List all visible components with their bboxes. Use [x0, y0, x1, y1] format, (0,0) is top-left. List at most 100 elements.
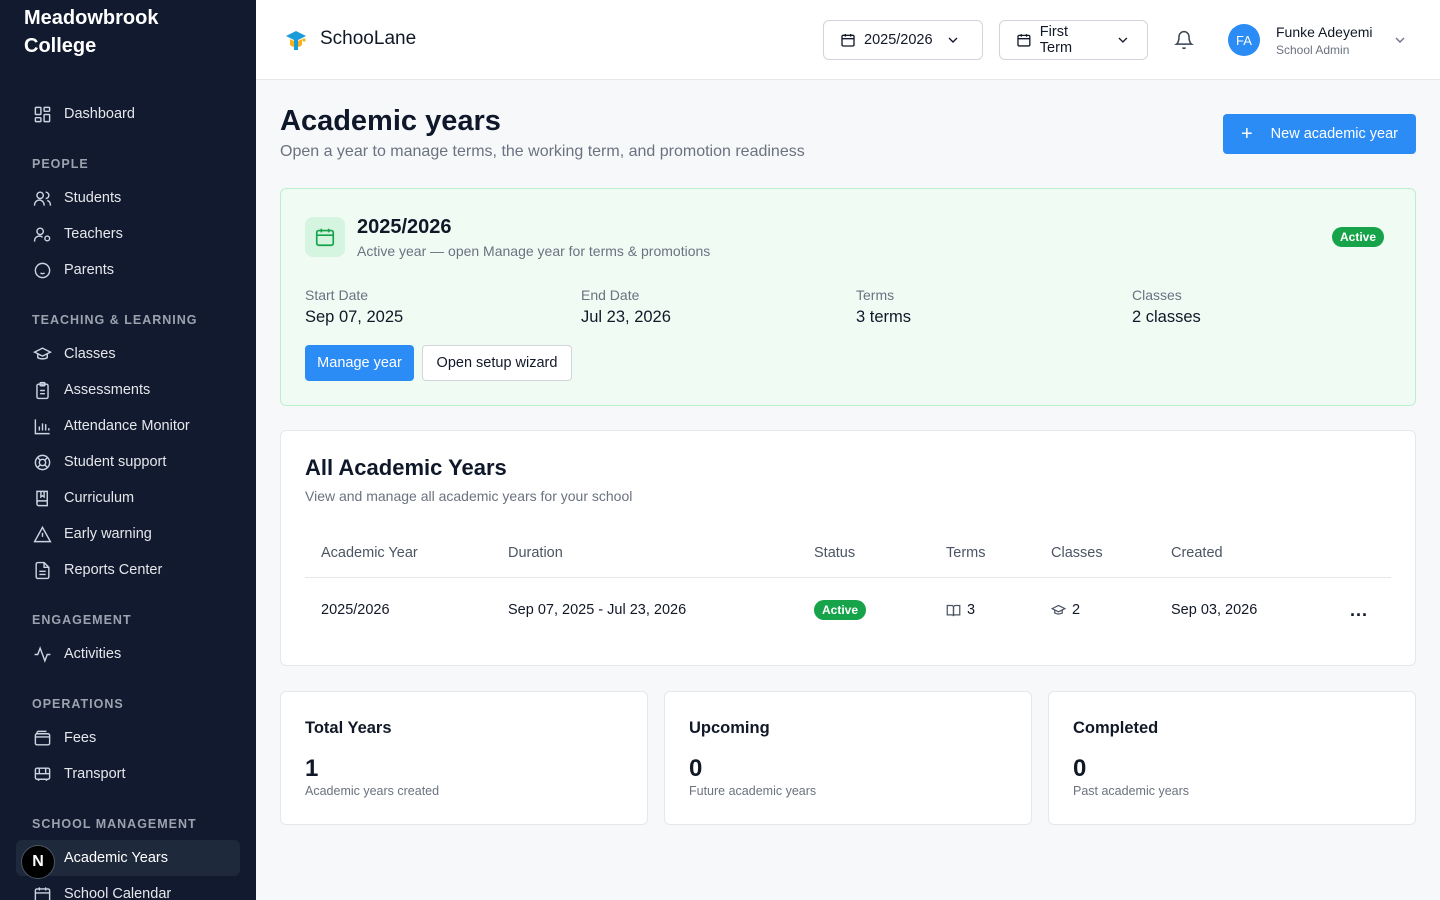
bar-chart-icon [32, 416, 52, 436]
summary-value: 1 [305, 755, 319, 782]
end-date-label: End Date [581, 287, 640, 303]
active-year-subtitle: Active year — open Manage year for terms… [357, 243, 711, 259]
sidebar-item-label: Attendance Monitor [64, 418, 190, 434]
sidebar-item-label: Academic Years [64, 850, 168, 866]
clipboard-icon [32, 380, 52, 400]
sidebar-item-label: Classes [64, 346, 116, 362]
sidebar-item-school-calendar[interactable]: School Calendar [16, 876, 240, 900]
calendar-icon [1017, 34, 1031, 47]
user-name: Funke Adeyemi [1276, 24, 1373, 40]
section-label-teaching: TEACHING & LEARNING [32, 313, 198, 327]
book-icon [32, 488, 52, 508]
table-divider [305, 577, 1391, 578]
term-select[interactable]: First Term [999, 20, 1148, 60]
summary-card-upcoming: Upcoming 0 Future academic years [664, 691, 1032, 825]
open-setup-wizard-button[interactable]: Open setup wizard [422, 345, 572, 381]
academic-year-select[interactable]: 2025/2026 [823, 20, 983, 60]
sidebar-item-reports[interactable]: Reports Center [16, 552, 240, 588]
sidebar-item-label: Assessments [64, 382, 151, 398]
column-header-status: Status [814, 545, 856, 561]
calendar-days-icon [32, 884, 52, 900]
sidebar-item-dashboard[interactable]: Dashboard [16, 96, 240, 132]
academic-years-table-card: All Academic Years View and manage all a… [280, 430, 1416, 666]
schoolane-logo-icon [286, 31, 306, 50]
sidebar-item-label: Activities [64, 646, 122, 662]
sidebar-item-label: Early warning [64, 526, 152, 542]
start-date-label: Start Date [305, 287, 369, 303]
graduation-cap-icon [32, 344, 52, 364]
cell-classes-value: 2 [1072, 602, 1081, 618]
classes-label: Classes [1132, 287, 1182, 303]
column-header-created: Created [1171, 545, 1223, 561]
summary-note: Academic years created [305, 784, 440, 798]
bell-icon[interactable] [1174, 30, 1194, 50]
terms-label: Terms [856, 287, 895, 303]
activity-icon [32, 644, 52, 664]
row-actions-button[interactable]: ... [1345, 597, 1373, 623]
sidebar-item-classes[interactable]: Classes [16, 336, 240, 372]
end-date-value: Jul 23, 2026 [581, 308, 671, 326]
file-text-icon [32, 560, 52, 580]
manage-year-button[interactable]: Manage year [305, 345, 414, 381]
sidebar-item-label: Dashboard [64, 106, 135, 122]
top-header: SchooLane 2025/2026 First Term FA Funke … [256, 0, 1440, 80]
page-title: Academic years [280, 105, 501, 137]
summary-note: Future academic years [689, 784, 817, 798]
sidebar-item-students[interactable]: Students [16, 180, 240, 216]
sidebar-item-activities[interactable]: Activities [16, 636, 240, 672]
plus-icon: + [1240, 123, 1253, 145]
new-academic-year-button[interactable]: + New academic year [1223, 114, 1416, 154]
sidebar-item-parents[interactable]: Parents [16, 252, 240, 288]
cell-terms-value: 3 [967, 602, 976, 618]
bus-icon [32, 764, 52, 784]
sidebar-item-attendance[interactable]: Attendance Monitor [16, 408, 240, 444]
sidebar-item-curriculum[interactable]: Curriculum [16, 480, 240, 516]
users-icon [32, 188, 52, 208]
sidebar: Meadowbrook College Dashboard PEOPLE Stu… [0, 0, 256, 900]
chevron-down-icon [948, 37, 958, 43]
sidebar-item-teachers[interactable]: Teachers [16, 216, 240, 252]
lifebuoy-icon [32, 452, 52, 472]
calendar-icon [841, 34, 855, 47]
book-open-icon [946, 604, 961, 616]
user-cog-icon [32, 224, 52, 244]
user-role: School Admin [1276, 43, 1350, 57]
avatar[interactable]: FA [1228, 24, 1260, 56]
column-header-classes: Classes [1051, 545, 1103, 561]
sidebar-item-early-warning[interactable]: Early warning [16, 516, 240, 552]
summary-title: Upcoming [689, 719, 770, 737]
school-name: Meadowbrook College [24, 7, 159, 57]
sidebar-item-assessments[interactable]: Assessments [16, 372, 240, 408]
cell-terms: 3 [946, 602, 975, 618]
summary-value: 0 [689, 755, 703, 782]
active-year-title: 2025/2026 [357, 216, 452, 238]
column-header-terms: Terms [946, 545, 986, 561]
graduation-cap-icon [1051, 604, 1066, 615]
sidebar-item-label: Parents [64, 262, 114, 278]
table-title: All Academic Years [305, 455, 507, 480]
cell-duration: Sep 07, 2025 - Jul 23, 2026 [508, 602, 687, 618]
summary-title: Total Years [305, 719, 392, 737]
summary-note: Past academic years [1073, 784, 1190, 798]
summary-title: Completed [1073, 719, 1159, 737]
cell-academic-year: 2025/2026 [321, 602, 390, 618]
term-select-value: First Term [1039, 24, 1073, 56]
page-subtitle: Open a year to manage terms, the working… [280, 143, 805, 160]
sidebar-item-student-support[interactable]: Student support [16, 444, 240, 480]
status-badge: Active [814, 600, 867, 620]
active-year-card: 2025/2026 Active year — open Manage year… [280, 188, 1416, 406]
calendar-icon [305, 217, 345, 257]
status-badge: Active [1332, 227, 1385, 247]
cell-created: Sep 03, 2026 [1171, 602, 1258, 618]
new-academic-year-label: New academic year [1270, 126, 1398, 142]
app-name: SchooLane [320, 28, 417, 49]
terms-value: 3 terms [856, 308, 912, 326]
dev-tools-badge[interactable]: N [21, 845, 55, 879]
chevron-down-icon[interactable] [1392, 32, 1408, 48]
sidebar-item-transport[interactable]: Transport [16, 756, 240, 792]
sidebar-item-fees[interactable]: Fees [16, 720, 240, 756]
sidebar-item-label: Transport [64, 766, 126, 782]
chevron-down-icon [1118, 37, 1128, 43]
section-label-engagement: ENGAGEMENT [32, 613, 132, 627]
section-label-school-management: SCHOOL MANAGEMENT [32, 817, 197, 831]
